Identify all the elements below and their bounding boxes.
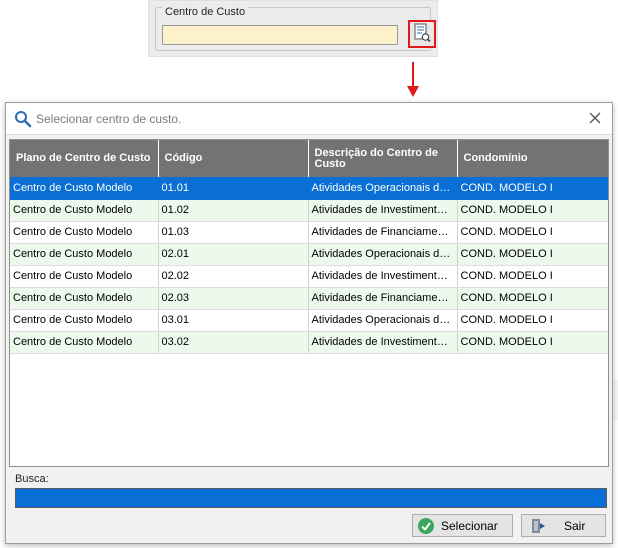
cell-plano: Centro de Custo Modelo	[10, 331, 159, 354]
cell-plano: Centro de Custo Modelo	[10, 309, 159, 332]
cell-codigo: 02.02	[158, 265, 309, 288]
down-arrow-icon	[407, 62, 419, 97]
sair-label: Sair	[564, 518, 586, 533]
busca-label: Busca:	[15, 473, 49, 485]
cost-center-group: Centro de Custo	[155, 6, 436, 51]
column-header-condominio[interactable]: Condomínio	[457, 140, 608, 177]
cell-condominio: COND. MODELO I	[457, 309, 608, 332]
table-row[interactable]: Centro de Custo Modelo 03.02 Atividades …	[10, 331, 608, 354]
cell-codigo: 01.02	[158, 199, 309, 222]
cost-center-grid[interactable]: Plano de Centro de Custo Código Descriçã…	[9, 139, 609, 467]
column-header-descricao[interactable]: Descrição do Centro de Custo	[308, 140, 458, 177]
cell-descricao: Atividades de Investimentos...	[308, 265, 458, 288]
cost-center-lookup-button[interactable]	[408, 20, 436, 48]
table-row[interactable]: Centro de Custo Modelo 01.01 Atividades …	[10, 177, 608, 200]
cell-codigo: 02.03	[158, 287, 309, 310]
cost-center-table: Plano de Centro de Custo Código Descriçã…	[10, 140, 608, 354]
select-cost-center-dialog: Selecionar centro de custo. Plano de Cen…	[5, 102, 613, 544]
cost-center-panel: Centro de Custo	[148, 0, 438, 57]
table-row[interactable]: Centro de Custo Modelo 01.02 Atividades …	[10, 199, 608, 222]
cell-codigo: 01.01	[158, 177, 309, 200]
cell-condominio: COND. MODELO I	[457, 287, 608, 310]
cell-condominio: COND. MODELO I	[457, 243, 608, 266]
search-icon	[14, 110, 32, 128]
exit-door-icon	[530, 518, 546, 534]
cell-condominio: COND. MODELO I	[457, 199, 608, 222]
cell-condominio: COND. MODELO I	[457, 331, 608, 354]
cell-descricao: Atividades Operacionais de ...	[308, 309, 458, 332]
cell-condominio: COND. MODELO I	[457, 265, 608, 288]
cell-descricao: Atividades de Investimentos...	[308, 331, 458, 354]
cell-plano: Centro de Custo Modelo	[10, 243, 159, 266]
table-row[interactable]: Centro de Custo Modelo 02.03 Atividades …	[10, 287, 608, 310]
cell-codigo: 02.01	[158, 243, 309, 266]
search-input[interactable]: Selecionar centro de custo.	[36, 112, 181, 126]
selecionar-label: Selecionar	[441, 518, 498, 533]
column-header-codigo[interactable]: Código	[158, 140, 309, 177]
cell-descricao: Atividades Operacionais de ...	[308, 177, 458, 200]
cell-condominio: COND. MODELO I	[457, 221, 608, 244]
cost-center-label: Centro de Custo	[162, 6, 249, 18]
cell-plano: Centro de Custo Modelo	[10, 265, 159, 288]
check-circle-icon	[417, 517, 435, 535]
cell-codigo: 03.01	[158, 309, 309, 332]
cell-descricao: Atividades de Financiament...	[308, 287, 458, 310]
column-header-plano[interactable]: Plano de Centro de Custo	[10, 140, 159, 177]
table-row[interactable]: Centro de Custo Modelo 01.03 Atividades …	[10, 221, 608, 244]
cell-codigo: 01.03	[158, 221, 309, 244]
cell-plano: Centro de Custo Modelo	[10, 221, 159, 244]
busca-input[interactable]	[15, 488, 607, 508]
cell-descricao: Atividades de Financiament...	[308, 221, 458, 244]
table-row[interactable]: Centro de Custo Modelo 02.02 Atividades …	[10, 265, 608, 288]
table-header-row: Plano de Centro de Custo Código Descriçã…	[10, 140, 608, 177]
table-row[interactable]: Centro de Custo Modelo 02.01 Atividades …	[10, 243, 608, 266]
selecionar-button[interactable]: Selecionar	[412, 514, 513, 537]
cost-center-input[interactable]	[162, 25, 398, 45]
cell-descricao: Atividades de Investimentos...	[308, 199, 458, 222]
close-icon[interactable]	[588, 111, 602, 125]
lookup-list-icon	[413, 23, 431, 46]
cell-plano: Centro de Custo Modelo	[10, 199, 159, 222]
table-row[interactable]: Centro de Custo Modelo 03.01 Atividades …	[10, 309, 608, 332]
sair-button[interactable]: Sair	[521, 514, 606, 537]
dialog-search-bar[interactable]: Selecionar centro de custo.	[6, 103, 612, 135]
cell-descricao: Atividades Operacionais de ...	[308, 243, 458, 266]
cell-codigo: 03.02	[158, 331, 309, 354]
cell-plano: Centro de Custo Modelo	[10, 177, 159, 200]
cell-plano: Centro de Custo Modelo	[10, 287, 159, 310]
cell-condominio: COND. MODELO I	[457, 177, 608, 200]
